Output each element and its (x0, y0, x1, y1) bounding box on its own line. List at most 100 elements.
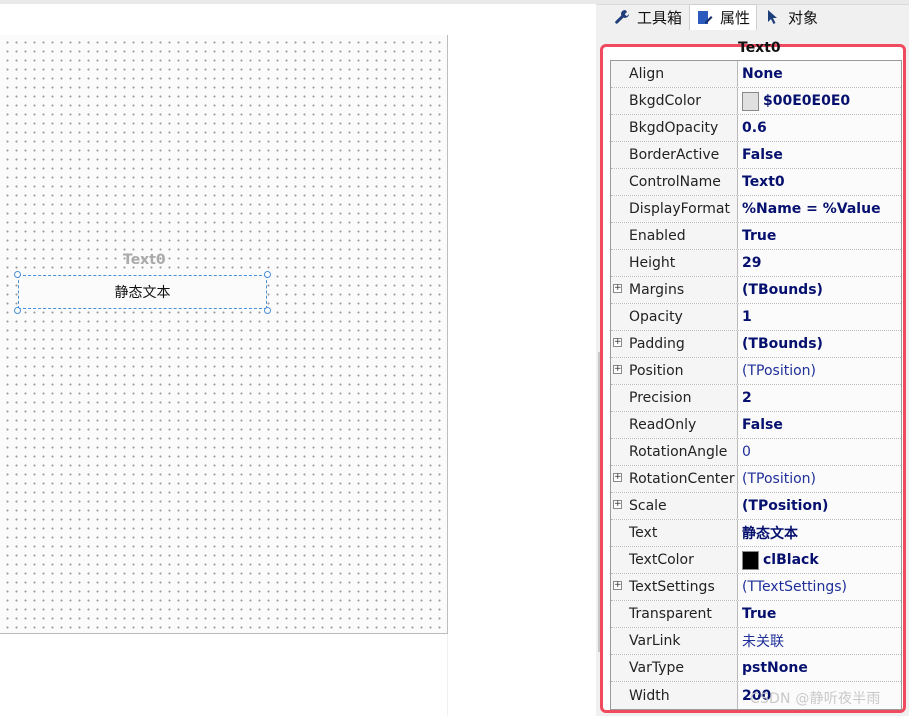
tab-toolbox-label: 工具箱 (637, 8, 683, 27)
expand-plus-icon[interactable]: + (613, 338, 622, 347)
property-name-cell: Text (611, 520, 738, 546)
property-row-enabled[interactable]: Enabled True (611, 223, 901, 250)
property-value-cell[interactable]: 1 (738, 304, 901, 330)
tab-objects[interactable]: 对象 (757, 4, 825, 30)
property-name: Height (629, 255, 676, 271)
resize-handle-top-right[interactable] (264, 271, 271, 278)
property-value-cell[interactable]: None (738, 61, 901, 87)
property-row-margins[interactable]: + Margins (TBounds) (611, 277, 901, 304)
expand-plus-icon[interactable]: + (613, 500, 622, 509)
property-row-rotationcenter[interactable]: + RotationCenter (TPosition) (611, 466, 901, 493)
property-row-transparent[interactable]: Transparent True (611, 601, 901, 628)
property-row-scale[interactable]: + Scale (TPosition) (611, 493, 901, 520)
resize-handle-bottom-right[interactable] (264, 307, 271, 314)
property-value-cell[interactable]: False (738, 142, 901, 168)
property-row-opacity[interactable]: Opacity 1 (611, 304, 901, 331)
property-row-textsettings[interactable]: + TextSettings (TTextSettings) (611, 574, 901, 601)
text-control-caption: 静态文本 (114, 285, 171, 301)
property-value-cell[interactable]: (TPosition) (738, 493, 901, 519)
property-row-height[interactable]: Height 29 (611, 250, 901, 277)
property-value: %Name = %Value (742, 201, 881, 217)
wrench-icon (613, 8, 631, 26)
property-name-cell: VarLink (611, 628, 738, 654)
property-name: Enabled (629, 228, 686, 244)
pointer-icon (764, 8, 782, 26)
property-name-cell: + Position (611, 358, 738, 384)
property-value-cell[interactable]: clBlack (738, 547, 901, 573)
property-value-cell[interactable]: 未关联 (738, 628, 901, 654)
property-name-cell: Transparent (611, 601, 738, 627)
property-row-varlink[interactable]: VarLink 未关联 (611, 628, 901, 655)
expand-plus-icon[interactable]: + (613, 581, 622, 590)
expand-plus-icon[interactable]: + (613, 284, 622, 293)
property-value-cell[interactable]: %Name = %Value (738, 196, 901, 222)
property-value: $00E0E0E0 (763, 93, 851, 109)
resize-handle-top-left[interactable] (14, 271, 21, 278)
property-value-cell[interactable]: $00E0E0E0 (738, 88, 901, 114)
property-value: 2 (742, 390, 752, 406)
property-value-cell[interactable]: True (738, 223, 901, 249)
property-row-readonly[interactable]: ReadOnly False (611, 412, 901, 439)
property-name: Transparent (629, 606, 712, 622)
property-value-cell[interactable]: Text0 (738, 169, 901, 195)
property-name: Opacity (629, 309, 683, 325)
property-value: (TBounds) (742, 336, 823, 352)
property-name-cell: TextColor (611, 547, 738, 573)
property-name-cell: VarType (611, 655, 738, 681)
property-row-precision[interactable]: Precision 2 (611, 385, 901, 412)
control-name-label: Text0 (123, 252, 166, 268)
property-name-cell: BkgdColor (611, 88, 738, 114)
property-grid: Align None BkgdColor $00E0E0E0 BkgdOpacity 0.… (610, 60, 902, 710)
property-row-rotationangle[interactable]: RotationAngle 0 (611, 439, 901, 466)
property-row-textcolor[interactable]: TextColor clBlack (611, 547, 901, 574)
property-value-cell[interactable]: 静态文本 (738, 520, 901, 546)
property-row-bkgdopacity[interactable]: BkgdOpacity 0.6 (611, 115, 901, 142)
property-value-cell[interactable]: 29 (738, 250, 901, 276)
property-name: RotationCenter (629, 471, 735, 487)
expand-plus-icon[interactable]: + (613, 473, 622, 482)
property-value-cell[interactable]: True (738, 601, 901, 627)
property-value: 1 (742, 309, 752, 325)
property-value-cell[interactable]: False (738, 412, 901, 438)
property-value-cell[interactable]: (TPosition) (738, 358, 901, 384)
property-value-cell[interactable]: 0.6 (738, 115, 901, 141)
property-name: VarLink (629, 633, 681, 649)
design-canvas[interactable] (0, 35, 448, 634)
property-row-position[interactable]: + Position (TPosition) (611, 358, 901, 385)
property-row-text[interactable]: Text 静态文本 (611, 520, 901, 547)
property-row-controlname[interactable]: ControlName Text0 (611, 169, 901, 196)
property-value-cell[interactable]: (TBounds) (738, 277, 901, 303)
property-value-cell[interactable]: (TTextSettings) (738, 574, 901, 600)
property-row-align[interactable]: Align None (611, 61, 901, 88)
property-value-cell[interactable]: (TBounds) (738, 331, 901, 357)
property-name: Text (629, 525, 658, 541)
property-value-cell[interactable]: pstNone (738, 655, 901, 681)
property-value-cell[interactable]: 0 (738, 439, 901, 465)
property-row-vartype[interactable]: VarType pstNone (611, 655, 901, 682)
text-control[interactable]: 静态文本 (18, 275, 267, 309)
property-value-cell[interactable]: 2 (738, 385, 901, 411)
resize-handle-bottom-left[interactable] (14, 307, 21, 314)
property-name-cell: BorderActive (611, 142, 738, 168)
property-name: ReadOnly (629, 417, 697, 433)
tab-objects-label: 对象 (788, 8, 819, 27)
property-value: None (742, 66, 783, 82)
property-name-cell: + TextSettings (611, 574, 738, 600)
inspector-title: Text0 (738, 40, 781, 56)
tab-properties[interactable]: 属性 (689, 4, 758, 30)
property-row-borderactive[interactable]: BorderActive False (611, 142, 901, 169)
property-name: BkgdColor (629, 93, 702, 109)
tab-toolbox[interactable]: 工具箱 (606, 4, 689, 30)
property-row-padding[interactable]: + Padding (TBounds) (611, 331, 901, 358)
property-name-cell: + Scale (611, 493, 738, 519)
property-name: ControlName (629, 174, 721, 190)
property-value-cell[interactable]: (TPosition) (738, 466, 901, 492)
watermark: CSDN @静听夜半雨 (750, 691, 881, 707)
canvas-bottom-margin (0, 634, 447, 716)
property-row-bkgdcolor[interactable]: BkgdColor $00E0E0E0 (611, 88, 901, 115)
expand-plus-icon[interactable]: + (613, 365, 622, 374)
property-name-cell: BkgdOpacity (611, 115, 738, 141)
property-row-displayformat[interactable]: DisplayFormat %Name = %Value (611, 196, 901, 223)
property-name-cell: Precision (611, 385, 738, 411)
property-value: (TTextSettings) (742, 579, 847, 595)
